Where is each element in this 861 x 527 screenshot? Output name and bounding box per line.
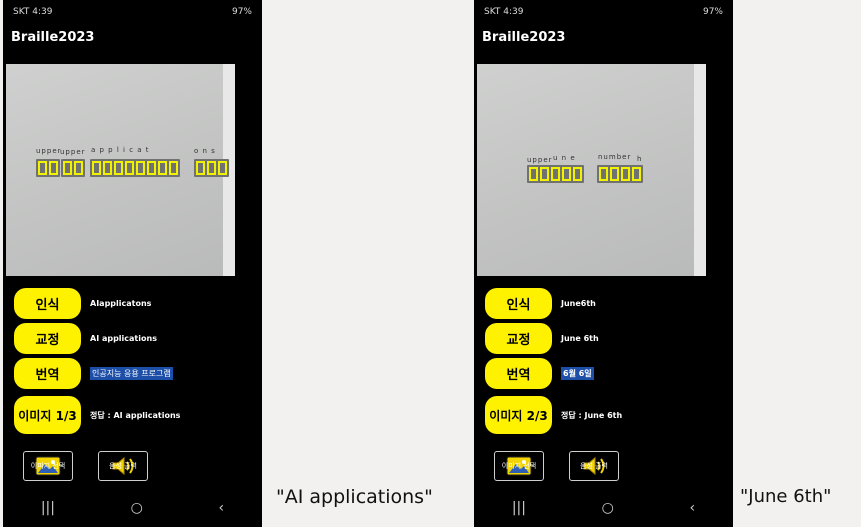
recognize-result: June6th xyxy=(561,299,596,308)
correct-button[interactable]: 교정 xyxy=(14,323,81,354)
image-row: 이미지 2/3 정답 : June 6th xyxy=(485,396,622,434)
correct-result: AI applications xyxy=(90,334,157,343)
image-row: 이미지 1/3 정답 : AI applications xyxy=(14,396,180,434)
braille-detection xyxy=(527,165,584,183)
translate-row: 번역 인공지능 응용 프로그램 xyxy=(14,358,173,389)
correct-row: 교정 June 6th xyxy=(485,323,599,354)
recognize-row: 인식 June6th xyxy=(485,288,596,319)
image-index-button[interactable]: 이미지 2/3 xyxy=(485,396,552,434)
recognize-button[interactable]: 인식 xyxy=(14,288,81,319)
detection-label: h xyxy=(637,155,643,163)
translate-row: 번역 6월 6일 xyxy=(485,358,594,389)
recognize-result: AIapplicatons xyxy=(90,299,152,308)
camera-preview: upper u n e number h xyxy=(477,64,706,276)
translate-button[interactable]: 번역 xyxy=(14,358,81,389)
braille-detection xyxy=(90,159,180,177)
translate-result: 인공지능 응용 프로그램 xyxy=(90,367,173,380)
home-icon[interactable]: ○ xyxy=(131,500,143,516)
audio-output-label: 음성 출력 xyxy=(580,462,608,470)
status-bar: SKT 4:39 97% xyxy=(3,0,262,24)
detection-label: upper xyxy=(36,147,62,155)
caption-2: "June 6th" xyxy=(740,486,832,507)
detection-label: o n s xyxy=(194,147,216,155)
image-select-button[interactable]: 이미지 선택 xyxy=(494,451,544,481)
braille-detection xyxy=(597,165,643,183)
status-bar: SKT 4:39 97% xyxy=(474,0,733,24)
answer-text: 정답 : AI applications xyxy=(90,410,181,420)
correct-result: June 6th xyxy=(561,334,599,343)
translate-result: 6월 6일 xyxy=(561,367,594,380)
app-title: Braille2023 xyxy=(482,30,566,45)
translate-button[interactable]: 번역 xyxy=(485,358,552,389)
status-battery: 97% xyxy=(231,7,252,17)
recents-icon[interactable]: ||| xyxy=(41,500,55,516)
audio-output-button[interactable]: 음성 출력 xyxy=(569,451,619,481)
home-icon[interactable]: ○ xyxy=(602,500,614,516)
back-icon[interactable]: ‹ xyxy=(219,500,225,516)
braille-detection xyxy=(61,159,85,177)
preview-edge xyxy=(694,64,706,276)
audio-output-label: 음성 출력 xyxy=(109,462,137,470)
recognize-row: 인식 AIapplicatons xyxy=(14,288,151,319)
braille-detection xyxy=(36,159,60,177)
image-select-label: 이미지 선택 xyxy=(501,462,537,470)
phone-screen-2: SKT 4:39 97% Braille2023 upper u n e num… xyxy=(474,0,733,527)
audio-output-button[interactable]: 음성 출력 xyxy=(98,451,148,481)
image-select-button[interactable]: 이미지 선택 xyxy=(23,451,73,481)
braille-detection xyxy=(194,159,229,177)
caption-1: "AI applications" xyxy=(276,486,433,508)
image-index-button[interactable]: 이미지 1/3 xyxy=(14,396,81,434)
detection-label: upper xyxy=(60,148,86,156)
camera-preview: upper upper a p p l i c a t o n s xyxy=(6,64,235,276)
detection-label: number xyxy=(598,153,632,161)
status-time: SKT 4:39 xyxy=(13,7,53,17)
status-time: SKT 4:39 xyxy=(484,7,524,17)
back-icon[interactable]: ‹ xyxy=(690,500,696,516)
android-nav-bar: ||| ○ ‹ xyxy=(474,489,733,527)
correct-row: 교정 AI applications xyxy=(14,323,157,354)
detection-label: a p p l i c a t xyxy=(91,146,150,154)
phone-screen-1: SKT 4:39 97% Braille2023 upper upper a p… xyxy=(3,0,262,527)
correct-button[interactable]: 교정 xyxy=(485,323,552,354)
recents-icon[interactable]: ||| xyxy=(512,500,526,516)
detection-label: upper xyxy=(527,156,553,164)
image-select-label: 이미지 선택 xyxy=(30,462,66,470)
detection-label: u n e xyxy=(553,154,576,162)
android-nav-bar: ||| ○ ‹ xyxy=(3,489,262,527)
status-battery: 97% xyxy=(702,7,723,17)
answer-text: 정답 : June 6th xyxy=(561,410,623,420)
recognize-button[interactable]: 인식 xyxy=(485,288,552,319)
app-title: Braille2023 xyxy=(11,30,95,45)
